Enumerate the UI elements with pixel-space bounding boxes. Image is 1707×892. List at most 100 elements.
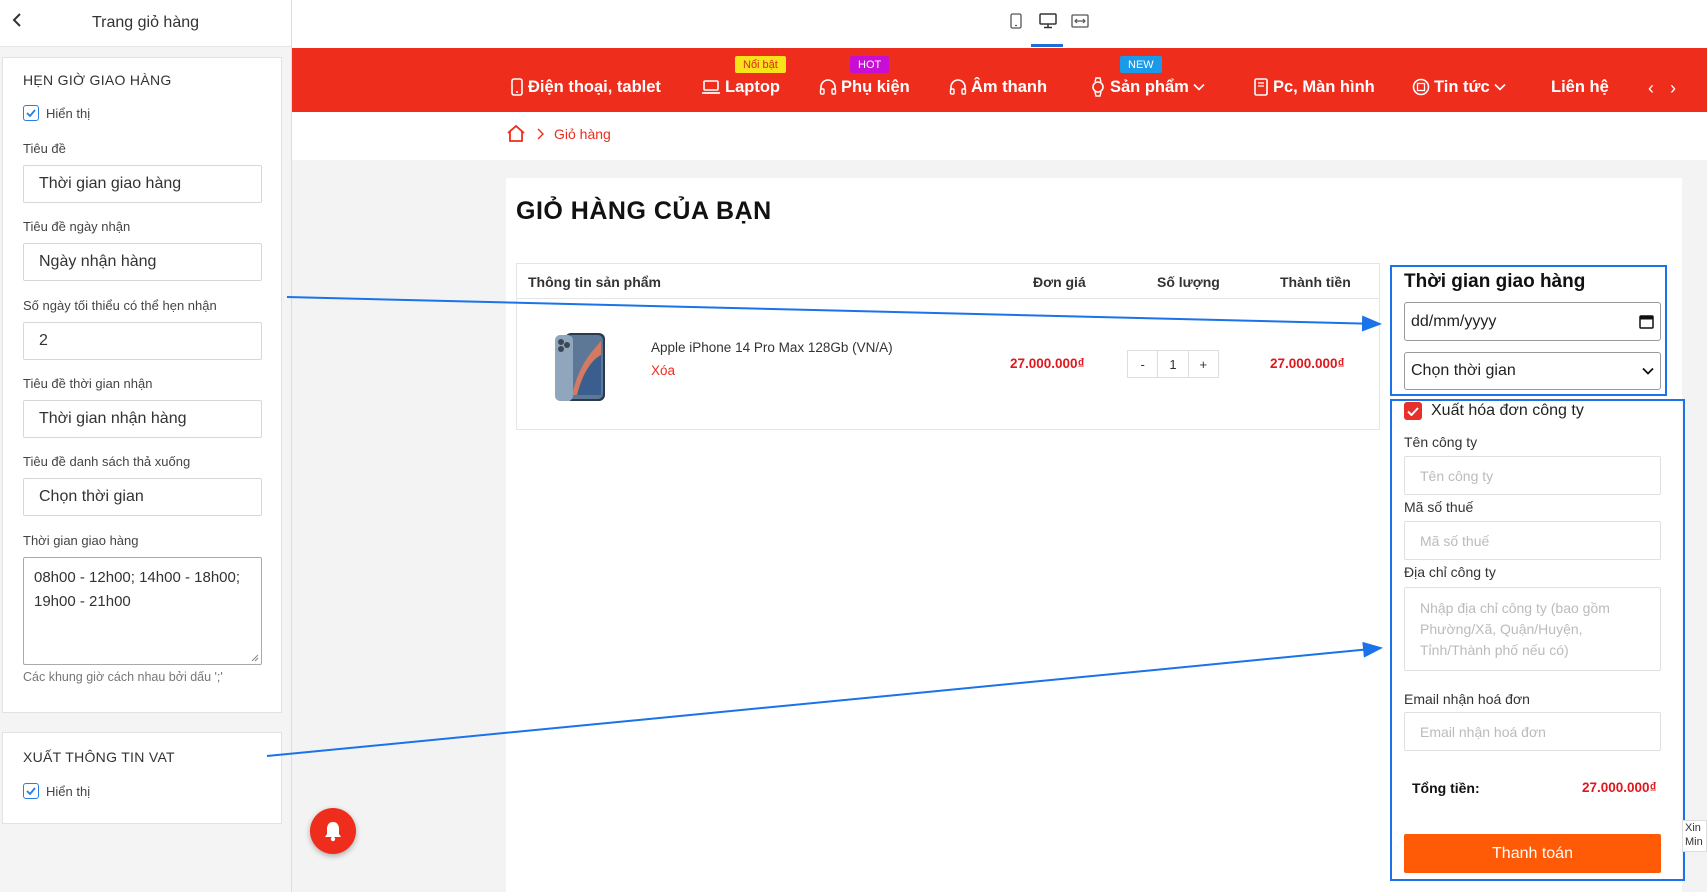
badge-new: NEW xyxy=(1120,56,1162,73)
badge-featured: Nổi bật xyxy=(735,56,786,73)
nav-item-products[interactable]: Sản phẩm xyxy=(1090,76,1205,98)
sidebar-title: Trang giỏ hàng xyxy=(91,14,200,31)
company-name-input[interactable]: Tên công ty xyxy=(1404,456,1661,495)
field-label: Mã số thuế xyxy=(1404,499,1474,515)
field-label: Số ngày tối thiểu có thể hẹn nhận xyxy=(23,298,217,313)
tax-code-input[interactable]: Mã số thuế xyxy=(1404,521,1661,560)
qty-increase-button[interactable]: + xyxy=(1187,351,1218,377)
panel-title: XUẤT THÔNG TIN VAT xyxy=(23,749,175,765)
news-icon xyxy=(1412,78,1430,96)
field-label: Email nhận hoá đơn xyxy=(1404,691,1530,707)
chat-side-tab[interactable]: Xin Min xyxy=(1682,820,1707,852)
unit-price: 27.000.000₫ xyxy=(1010,356,1085,371)
headphones-icon xyxy=(949,79,967,95)
vat-panel: XUẤT THÔNG TIN VAT Hiển thị xyxy=(2,732,282,824)
min-days-input[interactable]: 2 xyxy=(23,322,262,360)
nav-prev-arrow[interactable]: ‹ xyxy=(1648,78,1654,99)
main-navigation: Điện thoại, tablet Nổi bật Laptop HOT Ph… xyxy=(292,48,1707,112)
nav-label: Pc, Màn hình xyxy=(1273,77,1375,96)
resize-grip-icon[interactable] xyxy=(251,654,259,662)
product-image[interactable] xyxy=(553,331,609,403)
column-header-qty: Số lượng xyxy=(1157,274,1220,290)
field-label: Tiêu đề thời gian nhận xyxy=(23,376,153,391)
nav-label: Liên hệ xyxy=(1551,77,1609,96)
chevron-down-icon xyxy=(1494,83,1506,91)
delivery-date-input[interactable]: dd/mm/yyyy xyxy=(1404,302,1661,341)
total-label: Tổng tiền: xyxy=(1412,780,1480,796)
delivery-title: Thời gian giao hàng xyxy=(1404,271,1586,292)
checkbox-label: Hiển thị xyxy=(46,783,91,799)
monitor-icon xyxy=(1254,78,1268,96)
receive-time-title-input[interactable]: Thời gian nhận hàng xyxy=(23,400,262,438)
delivery-slots-textarea[interactable]: 08h00 - 12h00; 14h00 - 18h00; 19h00 - 21… xyxy=(23,557,262,665)
nav-label: Phụ kiện xyxy=(841,77,910,96)
nav-item-audio[interactable]: Âm thanh xyxy=(949,76,1047,98)
notification-bell-button[interactable] xyxy=(310,808,356,854)
badge-hot: HOT xyxy=(850,56,890,73)
receive-date-title-input[interactable]: Ngày nhận hàng xyxy=(23,243,262,281)
field-label: Thời gian giao hàng xyxy=(23,533,139,548)
field-label: Tên công ty xyxy=(1404,434,1478,450)
delivery-time-select[interactable]: Chọn thời gian xyxy=(1404,352,1661,390)
show-delivery-toggle[interactable]: Hiển thị xyxy=(23,105,90,121)
qty-decrease-button[interactable]: - xyxy=(1128,351,1157,377)
product-name[interactable]: Apple iPhone 14 Pro Max 128Gb (VN/A) xyxy=(651,340,893,355)
chevron-right-icon xyxy=(537,128,544,139)
settings-sidebar: Trang giỏ hàng HẸN GIỜ GIAO HÀNG Hiển th… xyxy=(0,0,292,892)
title-input[interactable]: Thời gian giao hàng xyxy=(23,165,262,203)
field-label: Địa chỉ công ty xyxy=(1404,564,1496,580)
home-icon[interactable] xyxy=(506,124,526,143)
panel-title: HẸN GIỜ GIAO HÀNG xyxy=(23,72,172,88)
sidebar-header: Trang giỏ hàng xyxy=(0,0,291,47)
company-address-textarea[interactable]: Nhập địa chỉ công ty (bao gồm Phường/Xã,… xyxy=(1404,587,1661,671)
laptop-icon xyxy=(702,80,720,94)
back-arrow-icon[interactable] xyxy=(6,9,28,31)
nav-item-pc-monitor[interactable]: Pc, Màn hình xyxy=(1253,76,1375,98)
invoice-email-input[interactable]: Email nhận hoá đơn xyxy=(1404,712,1661,751)
breadcrumb-bar xyxy=(292,112,1707,160)
show-vat-toggle[interactable]: Hiển thị xyxy=(23,783,90,799)
checkout-button[interactable]: Thanh toán xyxy=(1404,834,1661,873)
dropdown-title-input[interactable]: Chọn thời gian xyxy=(23,478,262,516)
vat-invoice-toggle[interactable]: Xuất hóa đơn công ty xyxy=(1404,402,1584,420)
nav-label: Sản phẩm xyxy=(1110,77,1189,96)
nav-item-accessories[interactable]: Phụ kiện xyxy=(819,76,910,98)
breadcrumb-current[interactable]: Giỏ hàng xyxy=(554,126,611,142)
select-value: Chọn thời gian xyxy=(1411,362,1516,379)
checkbox-label: Xuất hóa đơn công ty xyxy=(1431,402,1584,419)
calendar-icon[interactable] xyxy=(1639,314,1654,329)
chevron-down-icon xyxy=(1642,367,1654,375)
nav-item-laptop[interactable]: Laptop xyxy=(701,76,780,98)
desktop-preview-icon[interactable] xyxy=(1038,11,1058,31)
cart-table: Thông tin sản phẩm Đơn giá Số lượng Thàn… xyxy=(516,263,1380,430)
field-label: Tiêu đề ngày nhận xyxy=(23,219,131,234)
checkbox-checked[interactable] xyxy=(23,105,39,121)
qty-value[interactable]: 1 xyxy=(1157,351,1187,377)
mobile-preview-icon[interactable] xyxy=(1006,11,1026,31)
nav-item-news[interactable]: Tin tức xyxy=(1412,76,1506,98)
fullwidth-preview-icon[interactable] xyxy=(1070,11,1090,31)
page-title: GIỎ HÀNG CỦA BẠN xyxy=(516,197,772,225)
quantity-stepper: - 1 + xyxy=(1127,350,1219,378)
device-preview-bar xyxy=(292,0,1707,48)
date-placeholder: dd/mm/yyyy xyxy=(1411,312,1497,330)
nav-next-arrow[interactable]: › xyxy=(1670,78,1676,99)
headphones-icon xyxy=(819,79,837,95)
column-header-unit-price: Đơn giá xyxy=(1033,274,1086,290)
nav-item-contact[interactable]: Liên hệ xyxy=(1551,76,1609,98)
chevron-down-icon xyxy=(1193,83,1205,91)
nav-label: Tin tức xyxy=(1434,77,1490,96)
checkbox-label: Hiển thị xyxy=(46,105,91,121)
column-header-total: Thành tiền xyxy=(1280,274,1351,290)
table-header: Thông tin sản phẩm Đơn giá Số lượng Thàn… xyxy=(517,264,1379,299)
watch-icon xyxy=(1092,77,1104,97)
remove-item-link[interactable]: Xóa xyxy=(651,363,675,378)
nav-label: Điện thoại, tablet xyxy=(528,77,661,96)
checkbox-checked[interactable] xyxy=(23,783,39,799)
active-device-indicator xyxy=(1031,44,1063,47)
checkbox-checked[interactable] xyxy=(1404,402,1422,420)
bell-icon xyxy=(325,822,341,842)
line-total: 27.000.000₫ xyxy=(1270,356,1345,371)
nav-item-phones[interactable]: Điện thoại, tablet xyxy=(510,76,661,98)
textarea-value: 08h00 - 12h00; 14h00 - 18h00; 19h00 - 21… xyxy=(34,569,241,610)
